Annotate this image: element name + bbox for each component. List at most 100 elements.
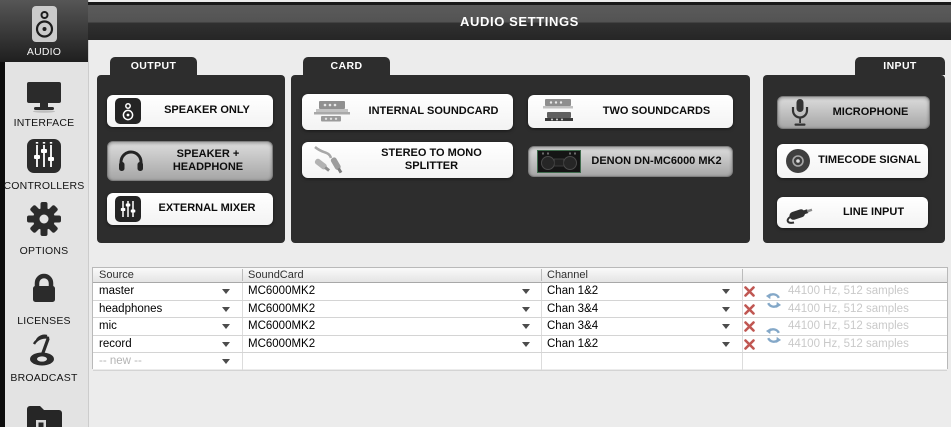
channel-select[interactable]: Chan 1&2 [547, 338, 598, 350]
source-select[interactable]: mic [99, 320, 117, 332]
table-rows: master MC6000MK2 Chan 1&2 44100 Hz, 512 … [93, 283, 947, 369]
sample-rate-text: 44100 Hz, 512 samples [788, 303, 909, 315]
table-row-record: record MC6000MK2 Chan 1&2 44100 Hz, 512 … [93, 336, 947, 354]
chevron-down-icon[interactable] [522, 324, 530, 329]
sidebar-item-options[interactable] [0, 200, 88, 238]
stereo-mono-splitter-button[interactable]: STEREO TO MONO SPLITTER [302, 142, 513, 178]
chevron-down-icon[interactable] [522, 289, 530, 294]
headphone-icon [118, 150, 144, 172]
sample-rate-text: 44100 Hz, 512 samples [788, 320, 909, 332]
source-select[interactable]: headphones [99, 303, 162, 315]
sample-rate-text: 44100 Hz, 512 samples [788, 338, 909, 350]
gear-icon [25, 200, 63, 238]
soundcard-select[interactable]: MC6000MK2 [248, 303, 315, 315]
column-divider [541, 269, 542, 281]
folder-icon [23, 398, 65, 427]
x-icon[interactable] [744, 321, 755, 335]
sidebar-item-broadcast[interactable] [0, 332, 88, 367]
chevron-down-icon[interactable] [222, 359, 230, 364]
chevron-down-icon[interactable] [522, 342, 530, 347]
button-label: TWO SOUNDCARDS [580, 105, 733, 118]
button-label: LINE INPUT [819, 206, 928, 219]
column-header-channel: Channel [547, 269, 588, 281]
audio-settings-screen: AUDIO INTERFACE CONTROLLERS [0, 0, 951, 427]
button-label: SPEAKER ONLY [141, 104, 273, 117]
tab-card: CARD [303, 57, 390, 75]
speaker-headphone-button[interactable]: SPEAKER + HEADPHONE [107, 141, 273, 181]
antenna-icon [25, 332, 63, 367]
tab-output-label: OUTPUT [131, 60, 177, 72]
speaker-cabinet-icon [31, 5, 58, 43]
chevron-down-icon[interactable] [222, 324, 230, 329]
two-soundcards-button[interactable]: TWO SOUNDCARDS [528, 95, 733, 128]
soundcard-icon [306, 99, 354, 125]
channel-select[interactable]: Chan 3&4 [547, 320, 598, 332]
chevron-down-icon[interactable] [722, 307, 730, 312]
chevron-down-icon[interactable] [522, 307, 530, 312]
sidebar-item-label[interactable]: INTERFACE [0, 117, 88, 129]
external-mixer-button[interactable]: EXTERNAL MIXER [107, 193, 273, 225]
header-bar: AUDIO SETTINGS [88, 5, 951, 40]
sidebar: AUDIO INTERFACE CONTROLLERS [0, 0, 89, 427]
tab-input: INPUT [855, 57, 945, 75]
two-soundcards-icon [534, 98, 580, 125]
chevron-down-icon[interactable] [222, 289, 230, 294]
source-select[interactable]: record [99, 338, 132, 350]
monitor-icon [25, 80, 63, 113]
table-header: Source SoundCard Channel [93, 267, 947, 283]
line-plug-icon [785, 200, 819, 226]
refresh-icon[interactable] [765, 327, 782, 347]
refresh-icon[interactable] [765, 292, 782, 312]
column-divider [742, 269, 743, 281]
sidebar-item-licenses[interactable] [0, 271, 88, 305]
x-icon[interactable] [744, 339, 755, 353]
internal-soundcard-button[interactable]: INTERNAL SOUNDCARD [302, 94, 513, 130]
microphone-icon [788, 98, 812, 127]
vinyl-icon [785, 148, 811, 174]
sidebar-item-interface[interactable] [0, 80, 88, 113]
column-header-source: Source [99, 269, 134, 281]
timecode-signal-button[interactable]: TIMECODE SIGNAL [777, 144, 928, 178]
card-panel: INTERNAL SOUNDCARD STEREO TO MONO SPLITT… [291, 75, 750, 243]
chevron-down-icon[interactable] [722, 324, 730, 329]
button-label: SPEAKER + HEADPHONE [144, 148, 272, 174]
channel-select[interactable]: Chan 1&2 [547, 285, 598, 297]
speaker-only-button[interactable]: SPEAKER ONLY [107, 95, 273, 127]
column-divider [242, 269, 243, 281]
chevron-down-icon[interactable] [722, 342, 730, 347]
button-label: MICROPHONE [812, 106, 929, 119]
button-label: DENON DN-MC6000 MK2 [581, 155, 732, 168]
splitter-cable-icon [308, 145, 350, 175]
source-select[interactable]: master [99, 285, 134, 297]
line-input-button[interactable]: LINE INPUT [777, 197, 928, 228]
lock-icon [26, 271, 62, 305]
output-panel: SPEAKER ONLY SPEAKER + HEADPHONE EXTERNA… [97, 75, 285, 243]
x-icon[interactable] [744, 286, 755, 300]
sidebar-item-label[interactable]: CONTROLLERS [0, 180, 88, 192]
soundcard-select[interactable]: MC6000MK2 [248, 338, 315, 350]
sidebar-item-label[interactable]: BROADCAST [0, 372, 88, 384]
tab-output: OUTPUT [110, 57, 197, 75]
sidebar-item-label: AUDIO [0, 46, 88, 58]
button-label: TIMECODE SIGNAL [811, 154, 928, 167]
sidebar-item-label[interactable]: OPTIONS [0, 245, 88, 257]
soundcard-select[interactable]: MC6000MK2 [248, 320, 315, 332]
denon-mc6000-button[interactable]: DENON DN-MC6000 MK2 [528, 146, 733, 177]
soundcard-select[interactable]: MC6000MK2 [248, 285, 315, 297]
sidebar-item-audio[interactable]: AUDIO [0, 0, 88, 62]
x-icon[interactable] [744, 304, 755, 318]
chevron-down-icon[interactable] [222, 342, 230, 347]
chevron-down-icon[interactable] [722, 289, 730, 294]
audio-routing-table: Source SoundCard Channel master MC6000MK… [92, 267, 948, 369]
mixer-icon [115, 196, 141, 222]
new-source-select[interactable]: -- new -- [99, 355, 142, 367]
sidebar-item-record-folder[interactable] [0, 398, 88, 427]
sidebar-item-label[interactable]: LICENSES [0, 315, 88, 327]
channel-select[interactable]: Chan 3&4 [547, 303, 598, 315]
microphone-button[interactable]: MICROPHONE [777, 96, 930, 129]
speaker-icon [115, 98, 141, 124]
page-title: AUDIO SETTINGS [88, 14, 951, 29]
sidebar-item-controllers[interactable] [0, 139, 88, 173]
chevron-down-icon[interactable] [222, 307, 230, 312]
table-row-headphones: headphones MC6000MK2 Chan 3&4 44100 Hz, … [93, 301, 947, 319]
